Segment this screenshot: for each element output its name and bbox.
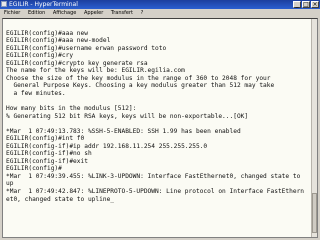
terminal-line: Choose the size of the key modulus in th…	[6, 74, 271, 82]
scrollbar-thumb[interactable]	[312, 193, 317, 233]
terminal-icon	[1, 1, 7, 7]
menu-edition[interactable]: Edition	[25, 9, 48, 17]
menu-help[interactable]: ?	[138, 9, 147, 17]
terminal-line: EGILIR(config-if)#no sh	[6, 150, 92, 158]
menu-bar: Fichier Edition Affichage Appeler Transf…	[0, 9, 320, 17]
terminal-line: *Mar 1 07:49:42.847: %LINEPROTO-5-UPDOWN…	[6, 188, 305, 196]
terminal-line: up	[6, 180, 14, 188]
window-title: EGILIR - HyperTerminal	[9, 1, 78, 8]
terminal-line: a few minutes.	[6, 89, 66, 97]
terminal-line: EGILIR(config-if)#ip addr 192.168.11.254…	[6, 142, 208, 150]
terminal-line: EGILIR(config)#aaa new-model	[6, 37, 111, 45]
minimize-button[interactable]: _	[293, 1, 301, 8]
terminal-console[interactable]: EGILIR(config)#aaa new EGILIR(config)#aaa…	[2, 18, 318, 238]
terminal-line: How many bits in the modulus [512]:	[6, 105, 137, 113]
menu-appeler[interactable]: Appeler	[81, 9, 106, 17]
terminal-line: EGILIR(config)#int f0	[6, 135, 85, 143]
menu-affichage[interactable]: Affichage	[50, 9, 80, 17]
maximize-button[interactable]: □	[302, 1, 310, 8]
terminal-line: et0, changed state to upline_	[6, 195, 115, 203]
terminal-line: *Mar 1 07:49:39.455: %LINK-3-UPDOWN: Int…	[6, 172, 301, 180]
menu-fichier[interactable]: Fichier	[0, 9, 23, 17]
hyperterminal-window: EGILIR - HyperTerminal _ □ × Fichier Edi…	[0, 0, 320, 240]
terminal-output: EGILIR(config)#aaa new EGILIR(config)#aaa…	[6, 22, 309, 237]
menu-transfert[interactable]: Transfert	[108, 9, 136, 17]
terminal-line: EGILIR(config)#username erwan password t…	[6, 44, 167, 52]
close-button[interactable]: ×	[311, 1, 319, 8]
terminal-line: General Purpose Keys. Choosing a key mod…	[6, 82, 275, 90]
terminal-line: *Mar 1 07:49:13.783: %SSH-5-ENABLED: SSH…	[6, 127, 241, 135]
terminal-line: EGILIR(config)#aaa new	[6, 29, 88, 37]
terminal-line: The name for the keys will be: EGILIR.eg…	[6, 67, 185, 75]
terminal-line: EGILIR(config-if)#exit	[6, 157, 88, 165]
vertical-scrollbar[interactable]	[311, 19, 317, 237]
title-bar[interactable]: EGILIR - HyperTerminal _ □ ×	[0, 0, 320, 9]
terminal-line: EGILIR(config)#cry	[6, 52, 74, 60]
terminal-line: % Generating 512 bit RSA keys, keys will…	[6, 112, 249, 120]
terminal-line: EGILIR(config)#crypto key generate rsa	[6, 59, 148, 67]
terminal-line: EGILIR(config)#	[6, 165, 62, 173]
